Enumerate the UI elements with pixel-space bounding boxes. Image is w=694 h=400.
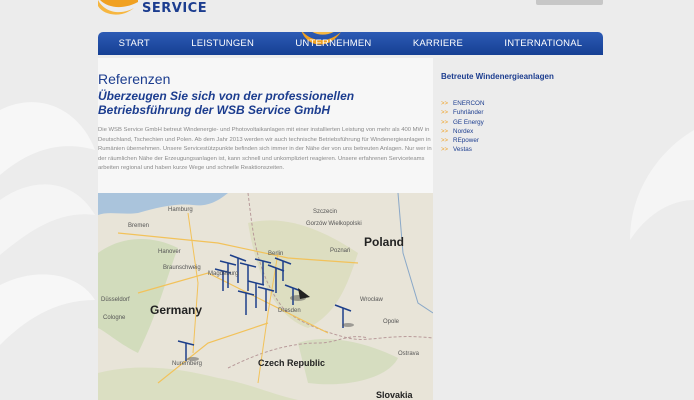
main-content: Referenzen Überzeugen Sie sich von der p… (98, 58, 433, 400)
map-country-poland: Poland (364, 235, 405, 249)
sidebar-item-repower[interactable]: >> REpower (441, 136, 485, 145)
map-country-slovakia: Slovakia (376, 390, 413, 400)
map-city-hanover: Hanover (158, 249, 181, 255)
sidebar-item-fuhrlaender[interactable]: >> Fuhrländer (441, 108, 485, 117)
reference-map[interactable]: Hamburg Szczecin Gorzów Wielkopolski Bre… (98, 193, 433, 400)
company-logo[interactable]: SERVICE (98, 0, 208, 20)
map-city-hamburg: Hamburg (168, 207, 193, 213)
nav-leistungen[interactable]: LEISTUNGEN (185, 32, 260, 55)
double-chevron-icon: >> (441, 147, 449, 154)
top-tab[interactable] (536, 0, 603, 5)
sidebar-item-ge-energy[interactable]: >> GE Energy (441, 118, 485, 127)
map-city-bremen: Bremen (128, 223, 150, 229)
nav-unternehmen[interactable]: UNTERNEHMEN (289, 32, 377, 55)
sidebar-item-vestas[interactable]: >> Vestas (441, 145, 485, 154)
sidebar: Betreute Windenergieanlagen >> ENERCON >>… (441, 58, 603, 178)
map-city-dresden: Dresden (278, 308, 301, 314)
map-city-nuremberg: Nuremberg (172, 361, 203, 367)
page-subtitle: Überzeugen Sie sich von der professionel… (98, 89, 355, 117)
page-title: Referenzen (98, 71, 171, 87)
main-nav: START LEISTUNGEN UNTERNEHMEN KARRIERE IN… (98, 32, 603, 55)
nav-karriere[interactable]: KARRIERE (407, 32, 469, 55)
manufacturer-list: >> ENERCON >> Fuhrländer >> GE Energy >> Nor… (441, 99, 485, 155)
double-chevron-icon: >> (441, 101, 449, 107)
map-city-braunschweig: Braunschweig (163, 265, 201, 271)
map-city-dusseldorf: Düsseldorf (101, 297, 130, 303)
sidebar-item-nordex[interactable]: >> Nordex (441, 127, 485, 136)
map-city-poznan: Poznań (330, 248, 351, 254)
nav-start[interactable]: START (113, 32, 156, 55)
double-chevron-icon: >> (441, 119, 449, 126)
map-country-czech-republic: Czech Republic (258, 358, 326, 368)
sidebar-title: Betreute Windenergieanlagen (441, 72, 554, 81)
double-chevron-icon: >> (441, 138, 449, 145)
map-city-ostrava: Ostrava (398, 351, 420, 357)
logo-text: SERVICE (142, 1, 208, 16)
nav-international[interactable]: INTERNATIONAL (498, 32, 588, 55)
double-chevron-icon: >> (441, 110, 449, 117)
map-country-germany: Germany (150, 303, 203, 317)
double-chevron-icon: >> (441, 128, 449, 135)
map-city-wroclaw: Wrocław (360, 297, 383, 303)
sidebar-item-enercon[interactable]: >> ENERCON (441, 99, 485, 108)
map-city-gorzow: Gorzów Wielkopolski (306, 221, 362, 227)
map-city-opole: Opole (383, 319, 400, 325)
map-city-cologne: Cologne (103, 315, 126, 321)
sun-swoosh-logo-icon (98, 0, 138, 15)
intro-paragraph: Die WSB Service GmbH betreut Windenergie… (98, 127, 432, 171)
map-city-szczecin: Szczecin (313, 209, 338, 215)
map-city-berlin: Berlin (268, 251, 284, 257)
map-city-magdeburg: Magdeburg (208, 271, 239, 277)
